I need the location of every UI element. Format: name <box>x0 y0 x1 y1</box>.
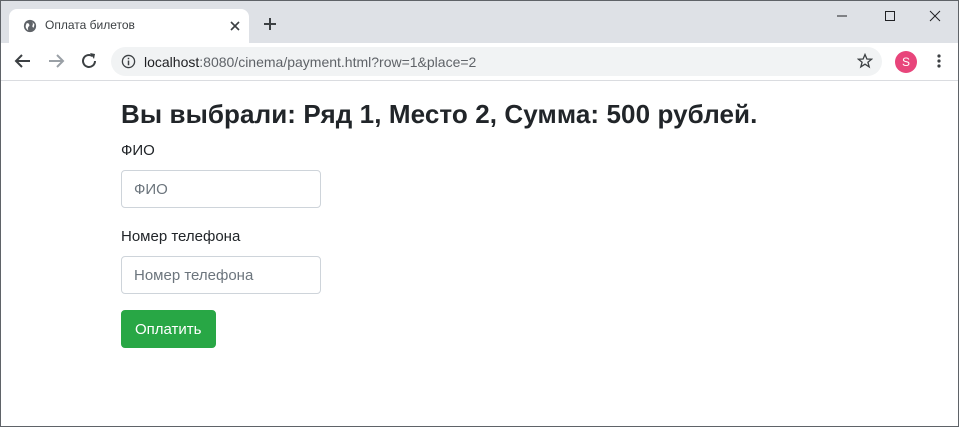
close-icon[interactable] <box>228 19 242 33</box>
url-host: localhost <box>144 54 200 70</box>
reload-icon[interactable] <box>79 51 99 71</box>
pay-button[interactable]: Оплатить <box>121 310 216 348</box>
url-text[interactable]: localhost:8080/cinema/payment.html?row=1… <box>144 54 476 70</box>
name-field[interactable] <box>121 170 321 208</box>
star-icon[interactable] <box>857 53 873 69</box>
forward-icon[interactable] <box>46 51 66 71</box>
toolbar: localhost:8080/cinema/payment.html?row=1… <box>1 43 958 81</box>
plus-icon[interactable] <box>262 16 278 32</box>
info-icon[interactable] <box>121 54 136 69</box>
maximize-button[interactable] <box>867 1 913 31</box>
page-title: Вы выбрали: Ряд 1, Место 2, Сумма: 500 р… <box>121 99 758 129</box>
tab-strip: Оплата билетов <box>1 1 958 43</box>
name-label: ФИО <box>121 142 155 159</box>
tab-title: Оплата билетов <box>45 18 135 32</box>
window-close-button[interactable] <box>912 1 958 31</box>
phone-label: Номер телефона <box>121 228 241 245</box>
address-bar[interactable]: localhost:8080/cinema/payment.html?row=1… <box>111 47 882 76</box>
window-close-icon <box>929 10 941 22</box>
url-path: :8080/cinema/payment.html?row=1&place=2 <box>199 54 477 70</box>
minimize-icon <box>837 15 847 17</box>
minimize-button[interactable] <box>819 1 865 31</box>
tab-active[interactable]: Оплата билетов <box>9 9 249 43</box>
globe-icon <box>23 19 37 33</box>
maximize-icon <box>885 11 895 21</box>
back-icon[interactable] <box>13 51 33 71</box>
avatar[interactable]: S <box>895 51 917 73</box>
browser-window: Оплата билетов localhost:8080/cinema/pay… <box>0 0 959 427</box>
phone-field[interactable] <box>121 256 321 294</box>
menu-icon[interactable] <box>931 53 947 69</box>
